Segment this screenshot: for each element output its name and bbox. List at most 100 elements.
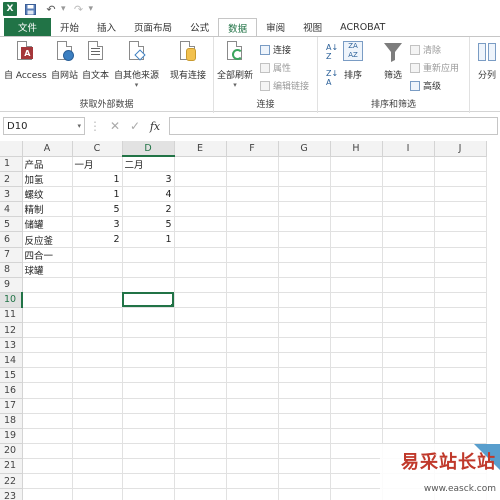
from-access-button[interactable]: A 自 Access	[4, 41, 47, 81]
cell[interactable]	[226, 398, 279, 414]
cell[interactable]: 1	[122, 231, 175, 248]
properties-button[interactable]: 属性	[260, 61, 291, 74]
row-header[interactable]: 11	[0, 307, 23, 324]
cell[interactable]	[278, 473, 331, 490]
cell[interactable]: 反应釜	[22, 231, 73, 248]
cell[interactable]	[226, 413, 279, 429]
cell[interactable]: 四合一	[22, 247, 73, 263]
cell[interactable]	[226, 247, 279, 263]
cell[interactable]	[382, 216, 435, 233]
cell[interactable]	[330, 458, 383, 474]
cell[interactable]	[434, 171, 487, 188]
refresh-all-button[interactable]: 全部刷新 ▾	[217, 41, 253, 89]
row-header[interactable]: 18	[0, 413, 23, 429]
cell[interactable]	[382, 201, 435, 218]
cell[interactable]	[382, 398, 435, 414]
cell[interactable]	[22, 307, 73, 324]
cell[interactable]	[226, 488, 279, 500]
select-all-corner[interactable]	[0, 141, 23, 157]
cell[interactable]	[22, 488, 73, 500]
cell[interactable]	[226, 473, 279, 490]
cell[interactable]	[278, 382, 331, 399]
cell[interactable]	[22, 473, 73, 490]
cell[interactable]	[382, 337, 435, 354]
cell[interactable]	[226, 292, 279, 308]
column-header[interactable]: H	[330, 141, 383, 157]
cell[interactable]	[174, 337, 227, 354]
customize-toolbar-icon[interactable]: ▾	[89, 4, 94, 14]
column-header[interactable]: G	[278, 141, 331, 157]
cell[interactable]	[22, 367, 73, 384]
cell[interactable]	[72, 277, 123, 293]
cell[interactable]	[434, 337, 487, 354]
cell[interactable]: 4	[122, 186, 175, 203]
cell[interactable]	[278, 322, 331, 339]
advanced-button[interactable]: 高级	[410, 79, 441, 92]
sort-a-to-z-icon[interactable]: A↓ Z	[326, 43, 338, 61]
cell[interactable]	[330, 337, 383, 354]
cell[interactable]	[174, 247, 227, 263]
cell[interactable]	[72, 428, 123, 444]
cell[interactable]	[434, 352, 487, 369]
cell[interactable]	[278, 428, 331, 444]
cell[interactable]	[330, 231, 383, 248]
cell[interactable]	[330, 398, 383, 414]
cell[interactable]	[382, 186, 435, 203]
cell[interactable]	[278, 413, 331, 429]
cell[interactable]	[122, 413, 175, 429]
cell[interactable]	[330, 382, 383, 399]
cell[interactable]	[434, 322, 487, 339]
cell[interactable]	[278, 488, 331, 500]
tab-data[interactable]: 数据	[218, 18, 258, 36]
row-header[interactable]: 21	[0, 458, 23, 474]
column-header[interactable]: I	[382, 141, 435, 157]
cell[interactable]	[278, 398, 331, 414]
cell[interactable]	[122, 292, 175, 308]
cell[interactable]: 2	[72, 231, 123, 248]
cell[interactable]	[174, 458, 227, 474]
row-header[interactable]: 2	[0, 171, 23, 188]
cell[interactable]: 加氢	[22, 171, 73, 188]
cell[interactable]	[174, 428, 227, 444]
cell[interactable]	[174, 307, 227, 324]
column-header[interactable]: D	[122, 141, 175, 158]
row-header[interactable]: 8	[0, 262, 23, 278]
cell[interactable]	[226, 443, 279, 459]
cell[interactable]	[174, 156, 227, 173]
tab-page-layout[interactable]: 页面布局	[125, 18, 181, 36]
cell[interactable]	[434, 382, 487, 399]
cell[interactable]	[226, 171, 279, 188]
row-header[interactable]: 19	[0, 428, 23, 444]
cell[interactable]	[382, 367, 435, 384]
filter-button[interactable]: 筛选	[382, 41, 404, 81]
cell[interactable]	[122, 473, 175, 490]
cell[interactable]	[122, 458, 175, 474]
cell[interactable]	[122, 488, 175, 500]
cell[interactable]	[434, 201, 487, 218]
tab-review[interactable]: 审阅	[257, 18, 294, 36]
cell[interactable]	[72, 473, 123, 490]
name-box[interactable]: D10 ▾	[3, 117, 85, 135]
undo-dropdown-icon[interactable]: ▾	[61, 4, 66, 14]
from-other-sources-button[interactable]: 自其他来源 ▾	[114, 41, 159, 89]
cell[interactable]	[278, 262, 331, 278]
connections-button[interactable]: 连接	[260, 43, 291, 56]
cell[interactable]	[174, 473, 227, 490]
row-header[interactable]: 7	[0, 247, 23, 263]
cell[interactable]	[330, 413, 383, 429]
cell[interactable]	[122, 352, 175, 369]
edit-links-button[interactable]: 编辑链接	[260, 79, 309, 92]
row-header[interactable]: 17	[0, 398, 23, 414]
cell[interactable]	[226, 458, 279, 474]
cell[interactable]	[72, 337, 123, 354]
cell[interactable]	[122, 382, 175, 399]
cell[interactable]	[226, 186, 279, 203]
cell[interactable]	[278, 307, 331, 324]
cell[interactable]	[174, 171, 227, 188]
cell[interactable]	[122, 398, 175, 414]
row-header[interactable]: 20	[0, 443, 23, 459]
cell[interactable]	[434, 398, 487, 414]
from-web-button[interactable]: 自网站	[51, 41, 78, 81]
cell[interactable]: 球罐	[22, 262, 73, 278]
cell[interactable]	[22, 398, 73, 414]
